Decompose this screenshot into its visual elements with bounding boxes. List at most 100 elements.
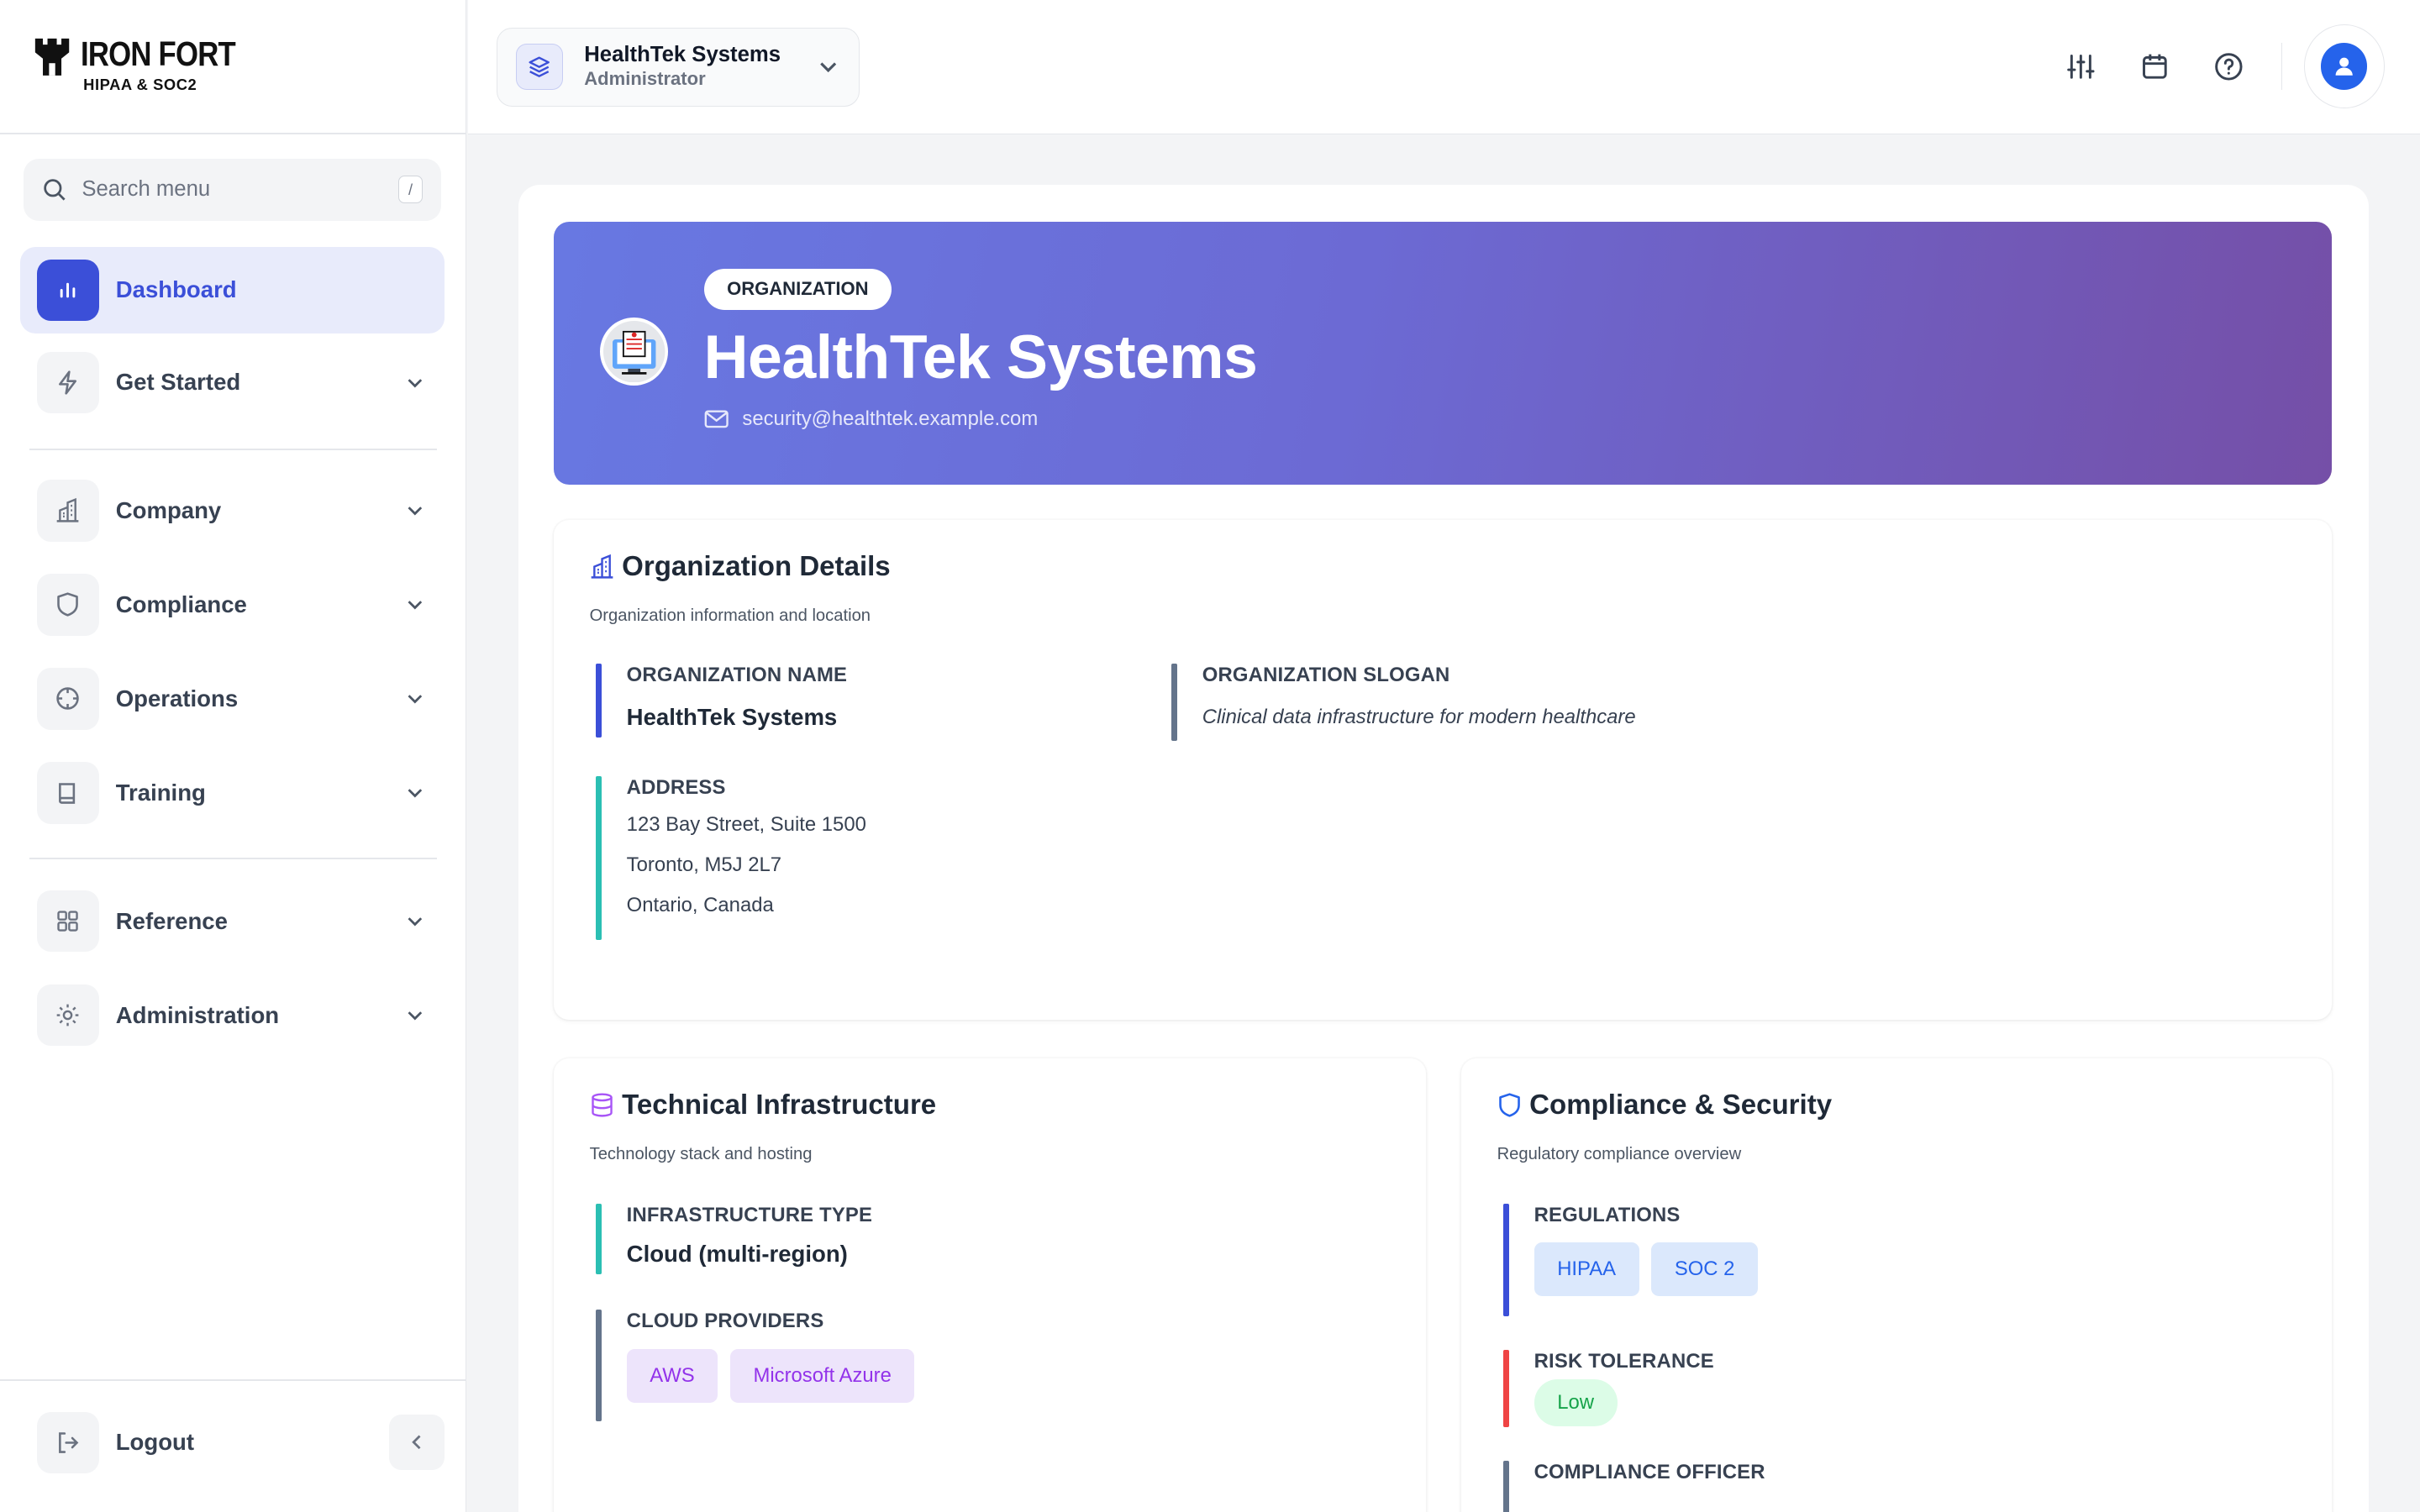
sidebar-item-label: Administration: [115, 1001, 280, 1028]
sidebar-item-administration[interactable]: Administration: [20, 972, 445, 1058]
address-line: Toronto, M5J 2L7: [626, 853, 782, 877]
hero-email[interactable]: security@healthtek.example.com: [704, 407, 1038, 431]
field-label: ADDRESS: [626, 775, 726, 799]
topbar: HealthTek Systems Administrator: [467, 0, 2420, 134]
layers-icon: [529, 56, 550, 78]
brand-tagline: HIPAA & SOC2: [83, 75, 197, 93]
chevron-down-icon: [408, 378, 423, 388]
panel-subtitle: Organization information and location: [589, 606, 871, 625]
sidebar-item-reference[interactable]: Reference: [20, 878, 445, 964]
brand-name: IRON FORT: [80, 34, 236, 74]
collapse-sidebar-button[interactable]: [388, 1415, 445, 1471]
lightning-icon: [59, 370, 77, 395]
panel-title: Technical Infrastructure: [588, 1089, 936, 1121]
help-circle-icon: [2215, 52, 2243, 81]
database-icon: [592, 1093, 613, 1117]
help-button[interactable]: [2212, 50, 2245, 83]
organization-slogan-field: ORGANIZATION SLOGAN Clinical data infras…: [1171, 663, 2252, 741]
accent-bar: [1502, 1350, 1510, 1427]
chevron-down-icon: [408, 789, 423, 798]
search-shortcut-badge: /: [397, 176, 424, 204]
calendar-icon: [2142, 54, 2167, 79]
logout-label: Logout: [115, 1429, 195, 1456]
accent-bar: [1502, 1203, 1510, 1316]
field-label: INFRASTRUCTURE TYPE: [626, 1203, 873, 1226]
fort-logo-icon: [35, 38, 70, 76]
building-icon: [56, 498, 79, 522]
sidebar-item-label: Reference: [115, 907, 228, 934]
nav-icon-box: [37, 480, 99, 542]
organization-switcher[interactable]: HealthTek Systems Administrator: [497, 28, 860, 107]
chevron-down-icon: [408, 916, 423, 927]
status-badge: Low: [1534, 1379, 1618, 1426]
sidebar: IRON FORT HIPAA & SOC2 Search menu / Das…: [0, 0, 466, 1512]
accent-bar: [1171, 663, 1178, 741]
organization-details-panel: Organization Details Organization inform…: [554, 519, 2333, 1021]
accent-bar: [595, 1203, 602, 1275]
nav-icon-box: [37, 574, 99, 636]
nav-divider: [29, 858, 437, 860]
search-input[interactable]: Search menu /: [23, 159, 442, 221]
crosshair-icon: [56, 687, 80, 711]
mail-icon: [704, 410, 729, 428]
chevron-down-icon: [408, 695, 423, 704]
user-menu-button[interactable]: [2304, 24, 2385, 108]
sidebar-item-compliance[interactable]: Compliance: [20, 562, 445, 648]
monitor-logo-icon: [603, 321, 666, 383]
field-label: COMPLIANCE OFFICER: [1534, 1461, 1765, 1484]
field-label: REGULATIONS: [1534, 1203, 1681, 1226]
sidebar-item-label: Compliance: [115, 591, 247, 617]
shield-icon: [57, 592, 79, 617]
accent-bar: [1502, 1461, 1510, 1512]
search-placeholder: Search menu: [82, 177, 211, 202]
address-line: Ontario, Canada: [626, 893, 774, 916]
sidebar-item-training[interactable]: Training: [20, 750, 445, 837]
field-value: Cloud (multi-region): [626, 1241, 848, 1268]
chevron-down-icon: [408, 1011, 423, 1021]
settings-sliders-button[interactable]: [2064, 50, 2097, 83]
field-value: Clinical data infrastructure for modern …: [1202, 705, 1636, 728]
sidebar-item-label: Training: [115, 780, 206, 806]
nav-icon-box: [37, 1411, 99, 1474]
accent-bar: [595, 775, 602, 940]
panel-title: Organization Details: [588, 551, 891, 583]
panel-title: Compliance & Security: [1496, 1089, 1832, 1121]
sidebar-item-label: Operations: [115, 685, 239, 712]
nav-icon-box: [37, 259, 99, 321]
grid-icon: [57, 911, 79, 932]
bar-chart-icon: [60, 282, 76, 298]
panel-subtitle: Technology stack and hosting: [589, 1144, 813, 1163]
gear-icon: [56, 1004, 79, 1026]
sidebar-item-label: Dashboard: [115, 276, 237, 303]
page-title: HealthTek Systems: [703, 322, 1258, 392]
nav-icon-box: [37, 668, 99, 730]
org-logo: [600, 318, 669, 386]
divider: [2281, 43, 2283, 90]
chip-list: HIPAA SOC 2: [1534, 1242, 2275, 1297]
field-label: ORGANIZATION NAME: [626, 663, 848, 686]
nav-icon-box: [37, 762, 99, 824]
sidebar-item-get-started[interactable]: Get Started: [20, 339, 445, 426]
divider: [0, 1379, 466, 1381]
brand-logo[interactable]: IRON FORT HIPAA & SOC2: [34, 37, 260, 94]
field-label: CLOUD PROVIDERS: [626, 1310, 824, 1333]
nav-divider: [29, 449, 437, 451]
accent-bar: [595, 1310, 602, 1421]
sidebar-item-company[interactable]: Company: [20, 468, 445, 554]
search-icon: [43, 179, 66, 201]
nav-icon-box: [37, 890, 99, 953]
address-line: 123 Bay Street, Suite 1500: [626, 813, 866, 837]
hero-tag: ORGANIZATION: [703, 268, 892, 311]
sidebar-item-operations[interactable]: Operations: [20, 656, 445, 743]
shield-icon: [1498, 1093, 1520, 1117]
calendar-button[interactable]: [2138, 50, 2171, 83]
sidebar-item-dashboard[interactable]: Dashboard: [19, 246, 445, 333]
book-icon: [59, 782, 76, 804]
field-label: ORGANIZATION SLOGAN: [1202, 663, 1450, 686]
panel-title-text: Organization Details: [622, 550, 891, 582]
accent-bar: [595, 663, 602, 738]
sidebar-item-label: Get Started: [115, 369, 241, 396]
logout-button[interactable]: Logout: [20, 1399, 375, 1486]
sidebar-item-label: Company: [115, 496, 222, 523]
compliance-security-panel: Compliance & Security Regulatory complia…: [1461, 1058, 2333, 1512]
